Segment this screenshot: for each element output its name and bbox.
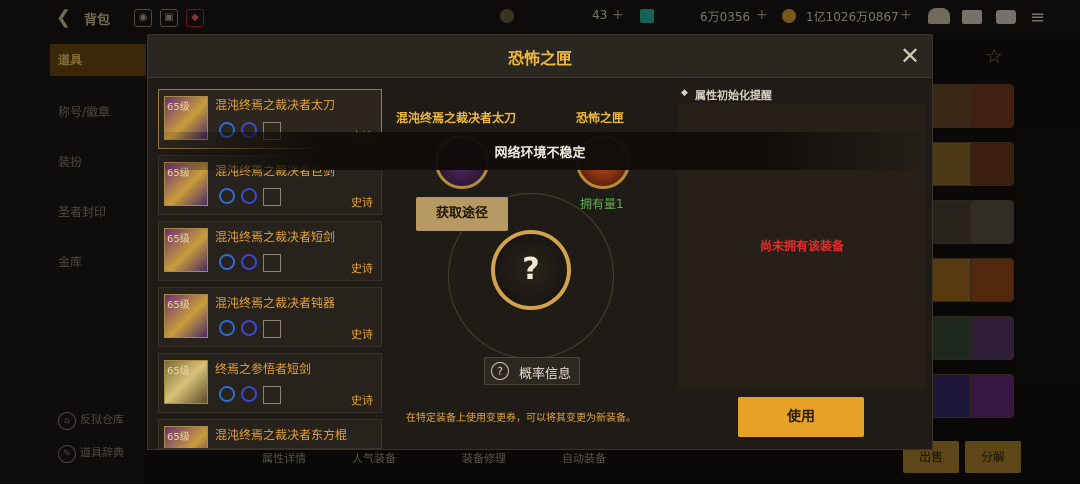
box-dialog: 恐怖之匣 ✕ 65级 混沌终焉之裁决者太刀 史诗 65级 混沌终焉之裁决者巨剑 … [147, 34, 933, 450]
diamond-bullet-icon: ◆ [681, 88, 688, 98]
slot-gem-icon [219, 254, 235, 270]
slot-gem-icon [219, 386, 235, 402]
slot-square-icon [263, 386, 281, 404]
item-thumbnail: 65级 [164, 294, 208, 338]
item-grade: 史诗 [351, 262, 373, 275]
slot-gem-icon [241, 254, 257, 270]
item-thumbnail: 65级 [164, 228, 208, 272]
item-name: 混沌终焉之裁决者短剑 [215, 230, 336, 244]
item-level: 65级 [167, 300, 190, 311]
item-level: 65级 [167, 432, 190, 443]
owned-count: 拥有量1 [580, 197, 624, 211]
probability-button[interactable]: ? 概率信息 [484, 357, 580, 385]
source-item-label: 混沌终焉之裁决者太刀 [396, 111, 517, 125]
slot-gem-icon [219, 320, 235, 336]
item-name: 混沌终焉之裁决者钝器 [215, 296, 336, 310]
item-name: 混沌终焉之裁决者太刀 [215, 98, 336, 112]
item-grade: 史诗 [351, 196, 373, 209]
dialog-header: 恐怖之匣 ✕ [148, 35, 932, 78]
toast-message: 网络环境不稳定 [494, 146, 586, 161]
list-item[interactable]: 65级 终焉之参悟者短剑 史诗 [158, 353, 382, 413]
item-level: 65级 [167, 366, 190, 377]
slot-gem-icon [241, 386, 257, 402]
attr-title: 属性初始化提醒 [695, 89, 772, 102]
slot-gem-icon [241, 320, 257, 336]
result-slot: ? [491, 230, 571, 310]
slot-square-icon [263, 320, 281, 338]
item-thumbnail: 65级 [164, 426, 208, 448]
hint-text: 在特定装备上使用变更券，可以将其变更为新装备。 [406, 413, 636, 424]
list-item[interactable]: 65级 混沌终焉之裁决者短剑 史诗 [158, 221, 382, 281]
help-icon: ? [491, 362, 509, 380]
close-icon[interactable]: ✕ [900, 42, 920, 70]
item-level: 65级 [167, 234, 190, 245]
item-grade: 史诗 [351, 394, 373, 407]
list-item[interactable]: 65级 混沌终焉之裁决者钝器 史诗 [158, 287, 382, 347]
slot-gem-icon [219, 188, 235, 204]
item-thumbnail: 65级 [164, 360, 208, 404]
get-source-button[interactable]: 获取途径 [416, 197, 508, 231]
use-button[interactable]: 使用 [738, 397, 864, 437]
probability-label: 概率信息 [519, 367, 572, 382]
slot-gem-icon [241, 188, 257, 204]
item-name: 终焉之参悟者短剑 [215, 362, 312, 376]
list-item[interactable]: 65级 混沌终焉之裁决者东方棍 [158, 419, 382, 449]
slot-square-icon [263, 254, 281, 272]
item-grade: 史诗 [351, 328, 373, 341]
slot-square-icon [263, 188, 281, 206]
dialog-title: 恐怖之匣 [507, 49, 572, 68]
attr-message: 尚未拥有该装备 [759, 239, 844, 253]
toast: 网络环境不稳定 [147, 132, 933, 170]
item-level: 65级 [167, 102, 190, 113]
item-name: 混沌终焉之裁决者东方棍 [215, 428, 348, 442]
question-mark: ? [522, 252, 540, 287]
box-item-label: 恐怖之匣 [576, 111, 625, 125]
